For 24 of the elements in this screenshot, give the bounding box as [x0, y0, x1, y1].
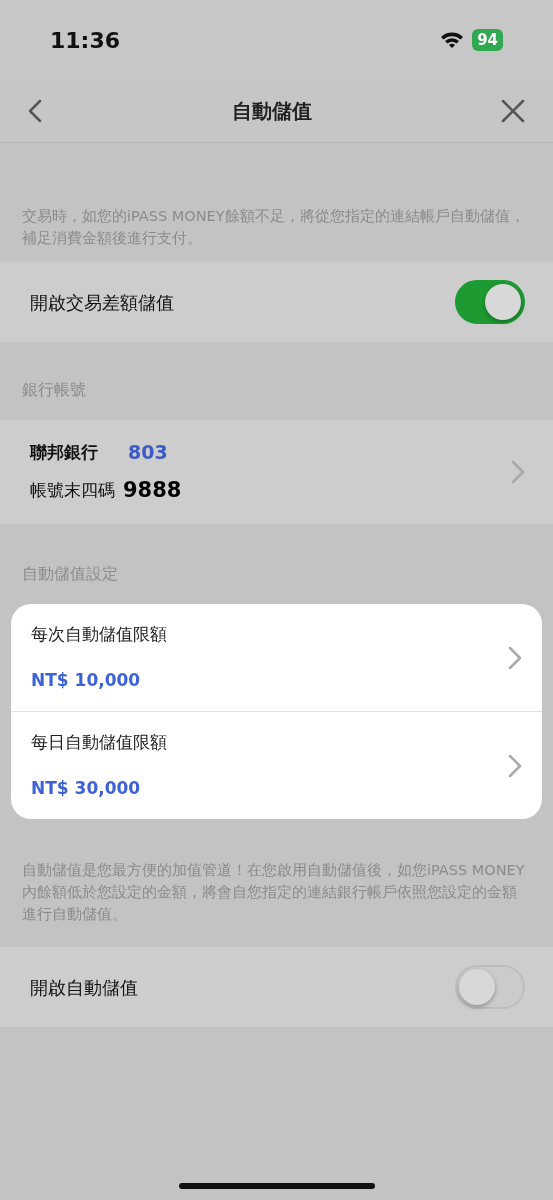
toggle-label: 開啟交易差額儲值 [30, 290, 174, 315]
battery-level: 94 [472, 29, 503, 51]
page-title: 自動儲值 [231, 98, 312, 125]
toggle-switch[interactable] [455, 965, 525, 1009]
toggle-label: 開啟自動儲值 [30, 975, 138, 1000]
chevron-icon [508, 645, 522, 670]
status-time: 11:36 [50, 26, 121, 55]
account-digits: 9888 [123, 476, 182, 504]
back-icon[interactable] [28, 99, 42, 123]
limit-item[interactable]: 每日自動儲值限額 NT$ 30,000 [11, 711, 542, 819]
limit-value: NT$ 10,000 [31, 668, 142, 692]
bank-name: 聯邦銀行 [30, 440, 98, 464]
bank-code: 803 [128, 440, 168, 465]
toggle-switch[interactable] [455, 280, 525, 324]
wifi-icon [440, 31, 465, 49]
limit-value: NT$ 30,000 [31, 776, 142, 800]
chevron-icon [508, 753, 522, 778]
limit-label: 每次自動儲值限額 [31, 623, 167, 646]
close-icon[interactable] [501, 99, 525, 123]
limit-label: 每日自動儲值限額 [31, 731, 167, 754]
limit-item[interactable]: 每次自動儲值限額 NT$ 10,000 [11, 604, 542, 711]
bank-account-row[interactable]: 聯邦銀行 803 帳號末四碼 9888 [0, 420, 553, 524]
account-label: 帳號末四碼 [30, 478, 115, 502]
chevron-icon [511, 460, 525, 484]
